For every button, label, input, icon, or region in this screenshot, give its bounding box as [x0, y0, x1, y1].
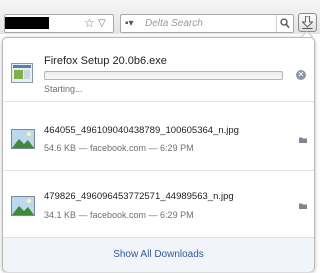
search-bar[interactable]: ▪▾ Delta Search: [120, 14, 294, 33]
panel-arrow-inner: [302, 32, 312, 37]
download-item[interactable]: Firefox Setup 20.0b6.exe Starting... ✕: [3, 38, 314, 101]
url-bar[interactable]: ☆ ▽: [4, 14, 114, 33]
search-go-button[interactable]: [276, 15, 293, 32]
download-status: Starting...: [44, 84, 83, 94]
cancel-download-button[interactable]: ✕: [296, 70, 306, 80]
redacted-url: [5, 17, 49, 29]
download-progress-bar: [44, 71, 283, 80]
magnifier-icon: [280, 18, 290, 29]
show-all-downloads-button[interactable]: Show All Downloads: [3, 238, 314, 272]
download-filename: Firefox Setup 20.0b6.exe: [44, 55, 167, 67]
search-engine-icon[interactable]: ▪▾: [125, 15, 134, 32]
cancel-icon: ✕: [297, 70, 305, 79]
download-status: 34.1 KB — facebook.com — 6:29 PM: [44, 210, 194, 220]
download-filename: 479826_496096453772571_44989563_n.jpg: [44, 191, 234, 202]
navigation-toolbar: ☆ ▽ ▪▾ Delta Search: [0, 0, 320, 34]
search-input[interactable]: Delta Search: [145, 15, 203, 32]
image-file-icon: [11, 129, 35, 149]
bookmark-star-icon[interactable]: ☆: [84, 15, 95, 32]
download-item[interactable]: 464055_496109040438789_100605364_n.jpg 5…: [3, 102, 314, 170]
image-file-icon: [11, 196, 35, 216]
download-status: 54.6 KB — facebook.com — 6:29 PM: [44, 143, 194, 153]
download-filename: 464055_496109040438789_100605364_n.jpg: [44, 125, 239, 136]
download-item[interactable]: 479826_496096453772571_44989563_n.jpg 34…: [3, 171, 314, 237]
downloads-panel: Firefox Setup 20.0b6.exe Starting... ✕ 4…: [2, 37, 315, 272]
folder-icon[interactable]: [299, 137, 307, 143]
folder-icon[interactable]: [299, 203, 307, 209]
url-dropdown-icon[interactable]: ▽: [98, 15, 106, 32]
downloads-toolbar-button[interactable]: [298, 13, 317, 32]
exe-file-icon: [11, 63, 33, 83]
panel-footer: Show All Downloads: [3, 237, 314, 272]
download-arrow-icon: [302, 16, 313, 29]
